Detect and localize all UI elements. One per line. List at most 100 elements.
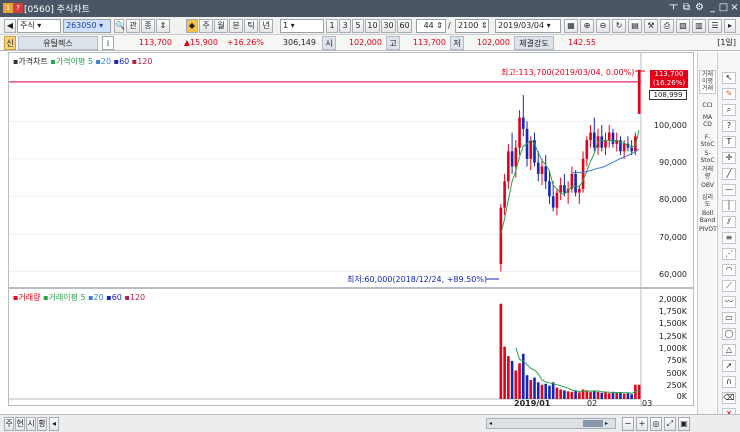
stock-code-input[interactable]: 263050 ▾ [63,19,111,33]
layout-icon[interactable]: ▥ [692,19,706,33]
indicator-obv[interactable]: OBV [699,182,716,189]
indicator-slow-stoch[interactable]: S- StoC [699,150,716,164]
help-tool-icon[interactable]: ? [722,120,736,132]
print-icon[interactable]: ⎙ [660,19,674,33]
magnet-tool-icon[interactable]: ∩ [722,376,736,388]
arrow-tool-icon[interactable]: ➚ [722,360,736,372]
price-axis-label: 70,000 [659,233,687,242]
reset-icon[interactable]: ◎ [650,417,662,431]
indicator-cci[interactable]: CCI [699,102,716,109]
pin-icon[interactable]: ㅜ [668,2,679,14]
price-axis-label: 80,000 [659,195,687,204]
overlay-icon[interactable]: ▧ [676,19,690,33]
tab-status[interactable]: 황 [37,417,47,431]
scroll-prev-icon[interactable]: ◂ [489,420,497,427]
stepper-icon[interactable]: ⇕ [156,19,170,33]
period-week[interactable]: 주 [199,19,213,33]
tab-market[interactable]: 시 [26,417,36,431]
vline-tool-icon[interactable]: │ [722,200,736,212]
tab-current[interactable]: 현 [15,417,25,431]
period-minute[interactable]: 분 [229,19,243,33]
date-picker[interactable]: 2019/03/04 ▾ [495,19,561,33]
volume-chart-panel[interactable]: ▪거래량 ▪거래이평 5 ▪20 ▪60 ▪120 2,000K 1,750K … [8,288,694,408]
count-total-stepper[interactable]: 2100 ⇕ [455,19,489,33]
zoom-in-icon[interactable]: ⊕ [580,19,594,33]
zoom-out-icon[interactable]: ⊖ [596,19,610,33]
candle-body [578,188,581,193]
indicator-volume-ma[interactable]: 거래 이평 거래 [699,70,716,94]
candle-body [540,166,544,174]
camera-icon[interactable]: ▣ [678,417,690,431]
period-tick[interactable]: 틱 [244,19,258,33]
indicator-macd[interactable]: MA CD [699,114,716,128]
interval-10[interactable]: 10 [365,19,380,33]
fibonacci-tool-icon[interactable]: ≡ [722,232,736,244]
cursor-tool-icon[interactable]: ↖ [722,72,736,84]
ellipse-tool-icon[interactable]: ◯ [722,328,736,340]
settings-icon[interactable]: ⚙ [694,2,705,14]
volume-bar [544,383,548,399]
close-icon[interactable]: × [729,2,740,14]
minimize-icon[interactable]: _ [707,2,718,14]
eraser-tool-icon[interactable]: ⌫ [722,392,736,404]
next-icon[interactable]: ▸ [724,19,736,33]
candle-body [630,147,633,152]
interval-30[interactable]: 30 [381,19,396,33]
gann-tool-icon[interactable]: ⟋ [722,280,736,292]
text-tool-icon[interactable]: T [722,136,736,148]
period-month[interactable]: 월 [214,19,228,33]
indicator-volume[interactable]: 거래 량 [699,166,716,180]
price-chart-panel[interactable]: ▪가격차트 ▪가격이평 5 ▪20 ▪60 ▪120 100,000 90,00… [8,52,694,289]
help-icon[interactable]: ? [13,3,23,13]
channel-tool-icon[interactable]: ⫽ [722,216,736,228]
interval-5[interactable]: 5 [352,19,364,33]
hline-tool-icon[interactable]: — [722,184,736,196]
last-price-tag: 113,700 (16.26%) [650,70,688,88]
pencil-tool-icon[interactable]: ✎ [722,88,736,100]
fan-tool-icon[interactable]: ⋰ [722,248,736,260]
back-icon[interactable]: ◀ [4,19,16,33]
count-stepper[interactable]: 44 ⇕ [416,19,446,33]
candle-body [574,173,577,193]
interval-3[interactable]: 3 [339,19,351,33]
high-annotation: 최고:113,700(2019/03/04, 0.00%) [501,68,635,77]
high-label: 고 [386,36,400,50]
chart-scrollbar[interactable]: ◂ ▸ [486,418,616,429]
grid-icon[interactable]: ▤ [628,19,642,33]
zoom-plus-icon[interactable]: + [636,417,648,431]
wave-tool-icon[interactable]: 〰 [722,296,736,308]
indicator-fast-stoch[interactable]: F- StoC [699,134,716,148]
zoom-tool-icon[interactable]: ⌕ [722,104,736,116]
scroll-next-icon[interactable]: ▸ [605,420,613,427]
day-period-button[interactable]: ◆ [186,19,198,33]
list-icon[interactable]: ☰ [708,19,722,33]
indicator-psychology[interactable]: 심리 도 [699,194,716,208]
search-icon[interactable]: 🔍 [114,19,125,33]
interval-1[interactable]: 1 [326,19,338,33]
tools-icon[interactable]: ⚒ [644,19,658,33]
trendline-tool-icon[interactable]: ╱ [722,168,736,180]
calendar-icon[interactable]: ▦ [564,19,578,33]
interval-select[interactable]: 1 ▾ [280,19,324,33]
indicator-pivot[interactable]: PIVOT [699,226,717,233]
compare-button[interactable]: 종 [141,19,155,33]
favorite-button[interactable]: 관 [126,19,140,33]
link-icon[interactable]: ⧉ [681,2,692,14]
indicator-bollinger[interactable]: Boll Band [699,210,716,224]
zoom-minus-icon[interactable]: − [622,417,634,431]
interval-60[interactable]: 60 [397,19,412,33]
period-year[interactable]: 년 [259,19,273,33]
market-select[interactable]: 주식 ▾ [17,19,61,33]
refresh-icon[interactable]: ↻ [612,19,626,33]
scroll-left-icon[interactable]: ◂ [49,417,59,431]
arc-tool-icon[interactable]: ◠ [722,264,736,276]
volume-bar [570,391,574,399]
triangle-tool-icon[interactable]: △ [722,344,736,356]
rect-tool-icon[interactable]: ▭ [722,312,736,324]
scroll-thumb[interactable] [583,420,603,427]
fullscreen-icon[interactable]: ⤢ [664,417,676,431]
maximize-icon[interactable]: □ [718,2,729,14]
crosshair-tool-icon[interactable]: ✛ [722,152,736,164]
info-icon[interactable]: i [102,36,114,50]
tab-stock[interactable]: 주 [4,417,14,431]
